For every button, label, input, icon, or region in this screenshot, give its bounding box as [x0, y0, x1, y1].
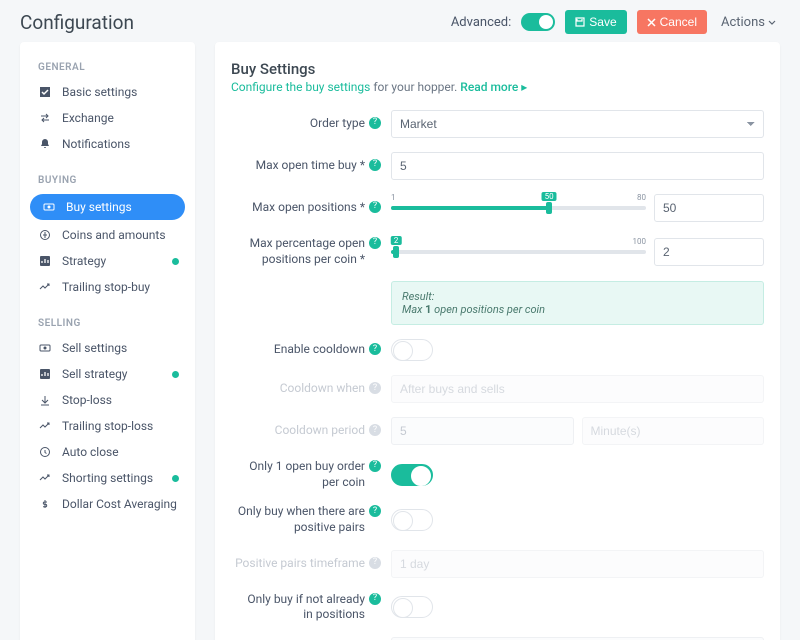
- advanced-toggle[interactable]: [521, 13, 555, 31]
- sidebar-item-label: Stop-loss: [62, 393, 112, 407]
- help-icon[interactable]: ?: [369, 117, 381, 129]
- money-icon: [42, 200, 56, 214]
- sidebar-item-shorting-settings[interactable]: Shorting settings: [20, 465, 195, 491]
- actions-dropdown[interactable]: Actions: [717, 15, 780, 30]
- sidebar-item-label: Sell strategy: [62, 367, 127, 381]
- only-not-in-pos-toggle[interactable]: [391, 596, 433, 618]
- main-panel: Buy Settings Configure the buy settings …: [215, 42, 780, 640]
- check-square-icon: [38, 85, 52, 99]
- bars-icon: [38, 367, 52, 381]
- panel-subtitle: Configure the buy settings for your hopp…: [231, 80, 764, 94]
- sidebar-item-label: Exchange: [62, 111, 114, 125]
- sidebar-group-title: BUYING: [20, 169, 195, 192]
- max-open-pos-input[interactable]: [654, 194, 764, 222]
- sidebar-item-label: Notifications: [62, 137, 130, 151]
- max-open-time-input[interactable]: [391, 152, 764, 180]
- cooldown-toggle[interactable]: [391, 339, 433, 361]
- trend-icon: [38, 471, 52, 485]
- close-icon: [647, 18, 656, 27]
- sidebar-item-label: Trailing stop-buy: [62, 280, 150, 294]
- help-icon[interactable]: ?: [369, 201, 381, 213]
- help-icon[interactable]: ?: [369, 237, 381, 249]
- sidebar-item-strategy[interactable]: Strategy: [20, 248, 195, 274]
- cooldown-unit-select: Minute(s): [582, 417, 765, 445]
- down-icon: [38, 393, 52, 407]
- help-icon[interactable]: ?: [369, 159, 381, 171]
- cooldown-when-select: After buys and sells: [391, 375, 764, 403]
- arrows-icon: [38, 111, 52, 125]
- sidebar-item-label: Basic settings: [62, 85, 137, 99]
- sidebar-item-label: Sell settings: [62, 341, 127, 355]
- sidebar-item-exchange[interactable]: Exchange: [20, 105, 195, 131]
- sidebar-item-buy-settings[interactable]: Buy settings: [30, 194, 185, 220]
- cooldown-label: Enable cooldown: [274, 342, 365, 358]
- one-open-buy-toggle[interactable]: [391, 464, 433, 486]
- panel-title: Buy Settings: [231, 60, 764, 78]
- sidebar-item-coins-and-amounts[interactable]: Coins and amounts: [20, 222, 195, 248]
- chevron-down-icon: [768, 20, 776, 25]
- sidebar-item-sell-strategy[interactable]: Sell strategy: [20, 361, 195, 387]
- only-positive-toggle[interactable]: [391, 509, 433, 531]
- page-title: Configuration: [20, 11, 451, 34]
- only-positive-label: Only buy when there are positive pairs: [235, 504, 365, 535]
- max-open-pos-slider[interactable]: 1 80 50: [391, 199, 646, 217]
- help-icon: ?: [369, 382, 381, 394]
- save-icon: [575, 17, 585, 27]
- sidebar-item-stop-loss[interactable]: Stop-loss: [20, 387, 195, 413]
- max-pct-label: Max percentage open positions per coin *: [235, 236, 365, 267]
- cancel-button[interactable]: Cancel: [637, 10, 707, 34]
- trend-icon: [38, 419, 52, 433]
- sidebar-item-trailing-stop-loss[interactable]: Trailing stop-loss: [20, 413, 195, 439]
- sidebar-item-label: Coins and amounts: [62, 228, 166, 242]
- trend-icon: [38, 280, 52, 294]
- status-dot: [172, 475, 179, 482]
- cooldown-period-label: Cooldown period: [275, 423, 365, 439]
- sidebar-item-dollar-cost-averaging[interactable]: Dollar Cost Averaging: [20, 491, 195, 517]
- result-box: Result: Max 1 open positions per coin: [391, 281, 764, 325]
- only-not-in-pos-label: Only buy if not already in positions: [235, 592, 365, 623]
- max-pct-input[interactable]: [654, 238, 764, 266]
- max-open-time-label: Max open time buy *: [256, 158, 365, 174]
- coins-icon: [38, 228, 52, 242]
- sidebar-item-basic-settings[interactable]: Basic settings: [20, 79, 195, 105]
- help-icon: ?: [369, 424, 381, 436]
- help-icon[interactable]: ?: [369, 343, 381, 355]
- sidebar-group-title: SELLING: [20, 312, 195, 335]
- cooldown-period-input: [391, 417, 574, 445]
- help-icon[interactable]: ?: [369, 593, 381, 605]
- positive-tf-select: 1 day: [391, 550, 764, 578]
- sidebar-item-label: Buy settings: [66, 200, 132, 214]
- max-open-pos-label: Max open positions *: [252, 200, 365, 216]
- clock-icon: [38, 445, 52, 459]
- sidebar-item-notifications[interactable]: Notifications: [20, 131, 195, 157]
- max-pct-slider[interactable]: 2 100: [391, 243, 646, 261]
- sidebar-item-label: Trailing stop-loss: [62, 419, 153, 433]
- sidebar-group-title: GENERAL: [20, 56, 195, 79]
- sidebar-item-sell-settings[interactable]: Sell settings: [20, 335, 195, 361]
- bell-icon: [38, 137, 52, 151]
- help-icon[interactable]: ?: [369, 505, 381, 517]
- sidebar-item-auto-close[interactable]: Auto close: [20, 439, 195, 465]
- dollar-icon: [38, 497, 52, 511]
- sidebar-item-trailing-stop-buy[interactable]: Trailing stop-buy: [20, 274, 195, 300]
- save-button[interactable]: Save: [565, 10, 626, 34]
- help-icon: ?: [369, 557, 381, 569]
- order-type-label: Order type: [310, 116, 365, 132]
- status-dot: [172, 258, 179, 265]
- status-dot: [172, 371, 179, 378]
- sidebar-item-label: Auto close: [62, 445, 119, 459]
- positive-tf-label: Positive pairs timeframe: [235, 556, 365, 572]
- cooldown-when-label: Cooldown when: [280, 381, 365, 397]
- advanced-label: Advanced:: [451, 15, 511, 30]
- money-out-icon: [38, 341, 52, 355]
- sidebar-item-label: Dollar Cost Averaging: [62, 497, 177, 511]
- one-open-buy-label: Only 1 open buy order per coin: [231, 459, 365, 490]
- sidebar: GENERAL Basic settings Exchange Notificatio…: [20, 42, 195, 640]
- sidebar-item-label: Shorting settings: [62, 471, 153, 485]
- bars-icon: [38, 254, 52, 268]
- read-more-link[interactable]: Read more ▸: [460, 80, 527, 94]
- order-type-select[interactable]: Market: [391, 110, 764, 138]
- help-icon[interactable]: ?: [369, 460, 381, 472]
- sidebar-item-label: Strategy: [62, 254, 106, 268]
